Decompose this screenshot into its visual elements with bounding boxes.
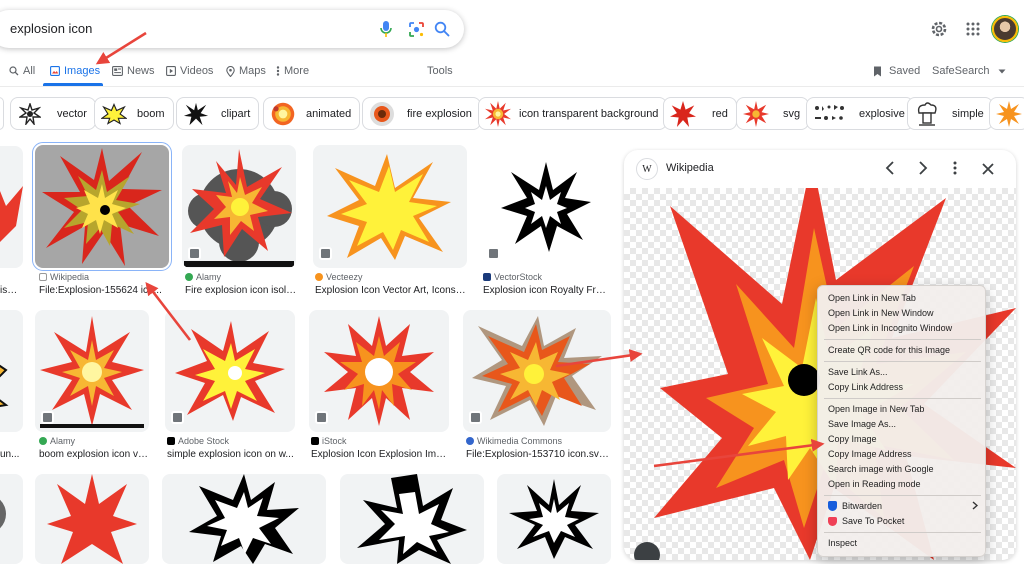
annotation-arrows	[95, 31, 825, 468]
annotation-arrow	[555, 349, 643, 368]
annotation-arrow	[95, 31, 147, 65]
annotation-arrow	[145, 281, 192, 341]
annotation-arrow	[653, 438, 825, 468]
